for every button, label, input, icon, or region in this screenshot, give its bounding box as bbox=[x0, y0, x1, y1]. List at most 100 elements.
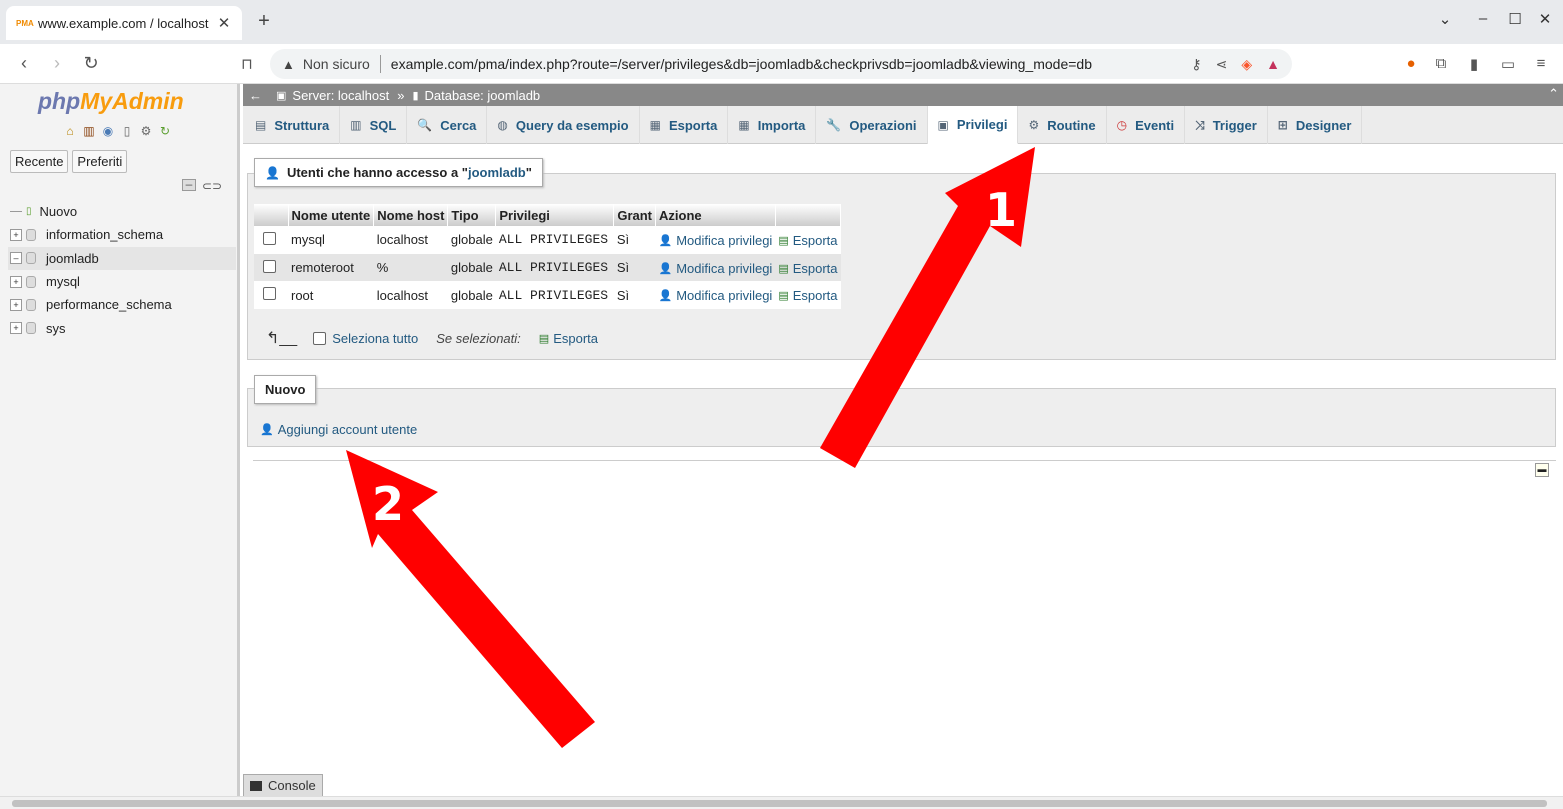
pma-favicon-icon: PMA bbox=[16, 18, 34, 28]
wallet-icon[interactable]: ▭ bbox=[1498, 55, 1518, 73]
bookmark-icon[interactable]: ⊓ bbox=[237, 55, 257, 73]
tab-eventi[interactable]: ◷ Eventi bbox=[1107, 106, 1186, 144]
users-with-access-fieldset: 👤 Utenti che hanno accesso a " joomladb " … bbox=[247, 158, 1556, 360]
users-legend: 👤 Utenti che hanno accesso a " joomladb " bbox=[254, 158, 543, 187]
tab-designer[interactable]: ⊞ Designer bbox=[1268, 106, 1363, 144]
breadcrumb-server[interactable]: Server: localhost bbox=[292, 88, 389, 103]
expand-icon[interactable]: + bbox=[10, 322, 22, 335]
new-tab-icon[interactable]: + bbox=[254, 10, 274, 33]
legend-text: Nuovo bbox=[265, 382, 306, 397]
expand-icon[interactable]: + bbox=[10, 275, 22, 288]
select-all-checkbox[interactable] bbox=[313, 331, 327, 345]
tree-item-new[interactable]: ▯ Nuovo bbox=[8, 200, 236, 223]
tree-item-joomladb[interactable]: – joomladb bbox=[8, 246, 236, 270]
edit-user-icon: 👤 bbox=[658, 262, 673, 275]
brave-shield-icon[interactable]: ◈ bbox=[1241, 56, 1252, 73]
tab-routine[interactable]: ⚙ Routine bbox=[1018, 106, 1107, 144]
settings-gear-icon[interactable]: ⚙ bbox=[138, 124, 154, 140]
docs-icon[interactable]: ▯ bbox=[119, 124, 135, 140]
collapse-all-icon[interactable]: – bbox=[182, 178, 196, 191]
favorites-button[interactable]: Preferiti bbox=[72, 150, 128, 173]
expand-icon[interactable]: + bbox=[10, 228, 22, 241]
tree-item-label[interactable]: information_schema bbox=[46, 227, 163, 242]
select-all-link[interactable]: Seleziona tutto bbox=[332, 331, 418, 346]
forward-icon[interactable]: › bbox=[47, 53, 67, 74]
row-checkbox[interactable] bbox=[263, 231, 276, 245]
tree-item-information-schema[interactable]: + information_schema bbox=[8, 223, 236, 246]
tab-privilegi[interactable]: ▣ Privilegi bbox=[927, 106, 1019, 144]
cell-type: globale bbox=[447, 281, 496, 310]
cell-user: remoteroot bbox=[288, 253, 374, 282]
tab-importa[interactable]: ▦ Importa bbox=[728, 106, 817, 144]
url-text[interactable]: example.com/pma/index.php?route=/server/… bbox=[391, 56, 1178, 72]
minimize-icon[interactable]: – bbox=[1473, 10, 1493, 27]
reload-icon[interactable]: ↻ bbox=[81, 53, 101, 74]
scrollbar-thumb[interactable] bbox=[12, 800, 1547, 807]
home-icon[interactable]: ⌂ bbox=[62, 124, 78, 140]
row-checkbox[interactable] bbox=[263, 259, 276, 273]
tree-item-sys[interactable]: + sys bbox=[8, 316, 236, 339]
edit-user-icon: 👤 bbox=[658, 234, 673, 247]
edit-privileges-link[interactable]: 👤 Modifica privilegi bbox=[659, 288, 773, 303]
back-icon[interactable]: ‹ bbox=[14, 53, 34, 74]
recent-button[interactable]: Recente bbox=[10, 150, 69, 173]
share-icon[interactable]: ⋖ bbox=[1216, 56, 1228, 73]
tree-item-label[interactable]: sys bbox=[46, 321, 66, 336]
console-tab[interactable]: Console bbox=[243, 774, 323, 796]
phpmyadmin-logo[interactable]: phpMyAdmin bbox=[38, 88, 184, 115]
tab-list-chevron-icon[interactable]: ⌄ bbox=[1435, 10, 1455, 28]
key-icon[interactable]: ⚷ bbox=[1191, 56, 1201, 73]
export-link[interactable]: ▤ Esporta bbox=[778, 233, 837, 248]
tab-trigger[interactable]: ⤨ Trigger bbox=[1185, 106, 1268, 144]
tree-item-label[interactable]: Nuovo bbox=[40, 204, 78, 219]
row-checkbox[interactable] bbox=[263, 287, 276, 301]
close-window-icon[interactable]: ✕ bbox=[1535, 10, 1555, 28]
link-icon[interactable]: ⊂⊃ bbox=[202, 179, 222, 193]
tab-sql[interactable]: ▥ SQL bbox=[340, 106, 408, 144]
tree-item-label[interactable]: joomladb bbox=[46, 251, 99, 266]
tab-struttura[interactable]: ▤ Struttura bbox=[245, 106, 341, 144]
tab-query-da-esempio[interactable]: ◍ Query da esempio bbox=[487, 106, 640, 144]
logout-icon[interactable]: ▥ bbox=[81, 124, 97, 140]
collapse-icon[interactable]: – bbox=[10, 252, 22, 265]
tree-item-mysql[interactable]: + mysql bbox=[8, 270, 236, 293]
collapse-nav-arrow-icon[interactable]: ← bbox=[249, 88, 262, 103]
export-link[interactable]: ▤ Esporta bbox=[778, 288, 837, 303]
query-window-icon[interactable]: ◉ bbox=[100, 124, 116, 140]
add-user-account-link[interactable]: 👤 Aggiungi account utente bbox=[260, 422, 417, 437]
browser-tab[interactable]: PMA www.example.com / localhost ✕ bbox=[6, 6, 242, 40]
cell-grant: Sì bbox=[613, 281, 656, 310]
edit-privileges-link[interactable]: 👤 Modifica privilegi bbox=[659, 233, 773, 248]
edit-privileges-link[interactable]: 👤 Modifica privilegi bbox=[659, 261, 773, 276]
legend-text: Utenti che hanno accesso a " bbox=[286, 165, 468, 180]
cell-host: localhost bbox=[373, 281, 448, 310]
tree-item-performance-schema[interactable]: + performance_schema bbox=[8, 293, 236, 316]
not-secure-label[interactable]: Non sicuro bbox=[303, 56, 370, 72]
firefox-extension-icon[interactable]: ● bbox=[1401, 55, 1421, 72]
extensions-icon[interactable]: ⧉ bbox=[1431, 55, 1451, 72]
brave-rewards-icon[interactable]: ▲ bbox=[1266, 56, 1280, 72]
tab-esporta[interactable]: ▦ Esporta bbox=[640, 106, 729, 144]
url-field[interactable]: ▲ Non sicuro example.com/pma/index.php?r… bbox=[270, 49, 1292, 79]
tree-line bbox=[10, 211, 22, 213]
menu-icon[interactable]: ≡ bbox=[1531, 55, 1551, 72]
scroll-top-icon[interactable]: ⌃ bbox=[1548, 86, 1559, 102]
tab-cerca[interactable]: 🔍 Cerca bbox=[407, 106, 488, 144]
tab-operazioni[interactable]: 🔧 Operazioni bbox=[816, 106, 928, 144]
sidebar-toggle-icon[interactable]: ▮ bbox=[1464, 55, 1484, 73]
tree-item-label[interactable]: performance_schema bbox=[46, 297, 172, 312]
breadcrumb-database[interactable]: Database: joomladb bbox=[425, 88, 541, 103]
tab-label: Query da esempio bbox=[515, 117, 629, 133]
expand-icon[interactable]: + bbox=[10, 298, 22, 311]
link-label: Modifica privilegi bbox=[676, 260, 773, 276]
horizontal-scrollbar[interactable] bbox=[0, 796, 1563, 809]
notes-icon[interactable]: ▬ bbox=[1535, 463, 1549, 477]
export-link[interactable]: ▤ Esporta bbox=[778, 261, 837, 276]
maximize-icon[interactable]: ☐ bbox=[1505, 10, 1525, 28]
reload-navigation-icon[interactable]: ↻ bbox=[157, 124, 173, 140]
close-tab-icon[interactable]: ✕ bbox=[216, 14, 232, 32]
legend-text-end: " bbox=[525, 165, 532, 180]
export-selected-link[interactable]: ▤ Esporta bbox=[539, 331, 598, 346]
col-header-blank bbox=[775, 204, 842, 226]
tree-item-label[interactable]: mysql bbox=[46, 274, 80, 289]
